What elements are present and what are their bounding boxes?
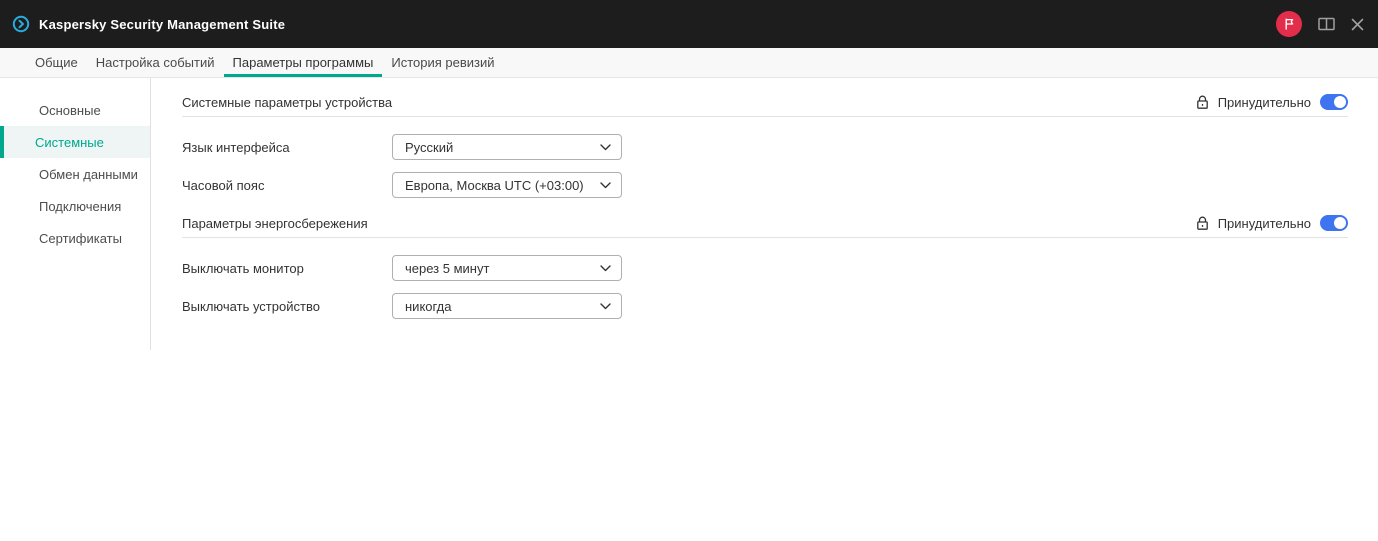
tab-event-settings[interactable]: Настройка событий [87,48,224,77]
tab-revision-history[interactable]: История ревизий [382,48,503,77]
section-title: Системные параметры устройства [182,95,392,110]
toggle-knob [1334,217,1346,229]
section-power-saving: Параметры энергосбережения Принудительно [182,213,1348,233]
section-rule [182,237,1348,238]
chevron-down-icon [600,182,611,189]
chevron-down-icon [600,303,611,310]
settings-sidebar: Основные Системные Обмен данными Подключ… [0,78,150,540]
enforce-control: Принудительно [1196,215,1348,231]
tab-application-settings[interactable]: Параметры программы [224,48,383,77]
field-timezone: Часовой пояс Европа, Москва UTC (+03:00) [182,171,1348,199]
app-title: Kaspersky Security Management Suite [39,17,285,32]
sidebar-item-data-exchange[interactable]: Обмен данными [0,158,150,190]
book-icon[interactable] [1318,17,1335,31]
app-header: Kaspersky Security Management Suite [0,0,1378,48]
chevron-down-icon [600,144,611,151]
close-icon[interactable] [1351,18,1364,31]
tab-general[interactable]: Общие [26,48,87,77]
sidebar-item-system[interactable]: Системные [0,126,150,158]
turn-off-monitor-select[interactable]: через 5 минут [392,255,622,281]
toggle-knob [1334,96,1346,108]
section-rule [182,116,1348,117]
lock-icon [1196,95,1209,110]
field-label: Язык интерфейса [182,140,392,155]
field-label: Выключать монитор [182,261,392,276]
section-system-device-params: Системные параметры устройства Принудите… [182,92,1348,112]
flag-avatar-icon[interactable] [1276,11,1302,37]
select-value: через 5 минут [405,261,489,276]
enforce-toggle[interactable] [1320,215,1348,231]
turn-off-device-select[interactable]: никогда [392,293,622,319]
field-turn-off-monitor: Выключать монитор через 5 минут [182,254,1348,282]
main-area: Основные Системные Обмен данными Подключ… [0,78,1378,540]
enforce-label: Принудительно [1218,95,1311,110]
field-label: Часовой пояс [182,178,392,193]
sidebar-item-connections[interactable]: Подключения [0,190,150,222]
sidebar-divider [150,78,151,350]
field-turn-off-device: Выключать устройство никогда [182,292,1348,320]
enforce-control: Принудительно [1196,94,1348,110]
settings-content: Системные параметры устройства Принудите… [150,78,1378,540]
timezone-select[interactable]: Европа, Москва UTC (+03:00) [392,172,622,198]
section-title: Параметры энергосбережения [182,216,368,231]
sidebar-item-basic[interactable]: Основные [0,94,150,126]
interface-language-select[interactable]: Русский [392,134,622,160]
tab-bar: Общие Настройка событий Параметры програ… [0,48,1378,78]
enforce-toggle[interactable] [1320,94,1348,110]
select-value: никогда [405,299,451,314]
chevron-down-icon [600,265,611,272]
select-value: Русский [405,140,453,155]
enforce-label: Принудительно [1218,216,1311,231]
lock-icon [1196,216,1209,231]
field-interface-language: Язык интерфейса Русский [182,133,1348,161]
field-label: Выключать устройство [182,299,392,314]
sidebar-item-certificates[interactable]: Сертификаты [0,222,150,254]
select-value: Европа, Москва UTC (+03:00) [405,178,584,193]
kaspersky-logo-icon [12,15,30,33]
